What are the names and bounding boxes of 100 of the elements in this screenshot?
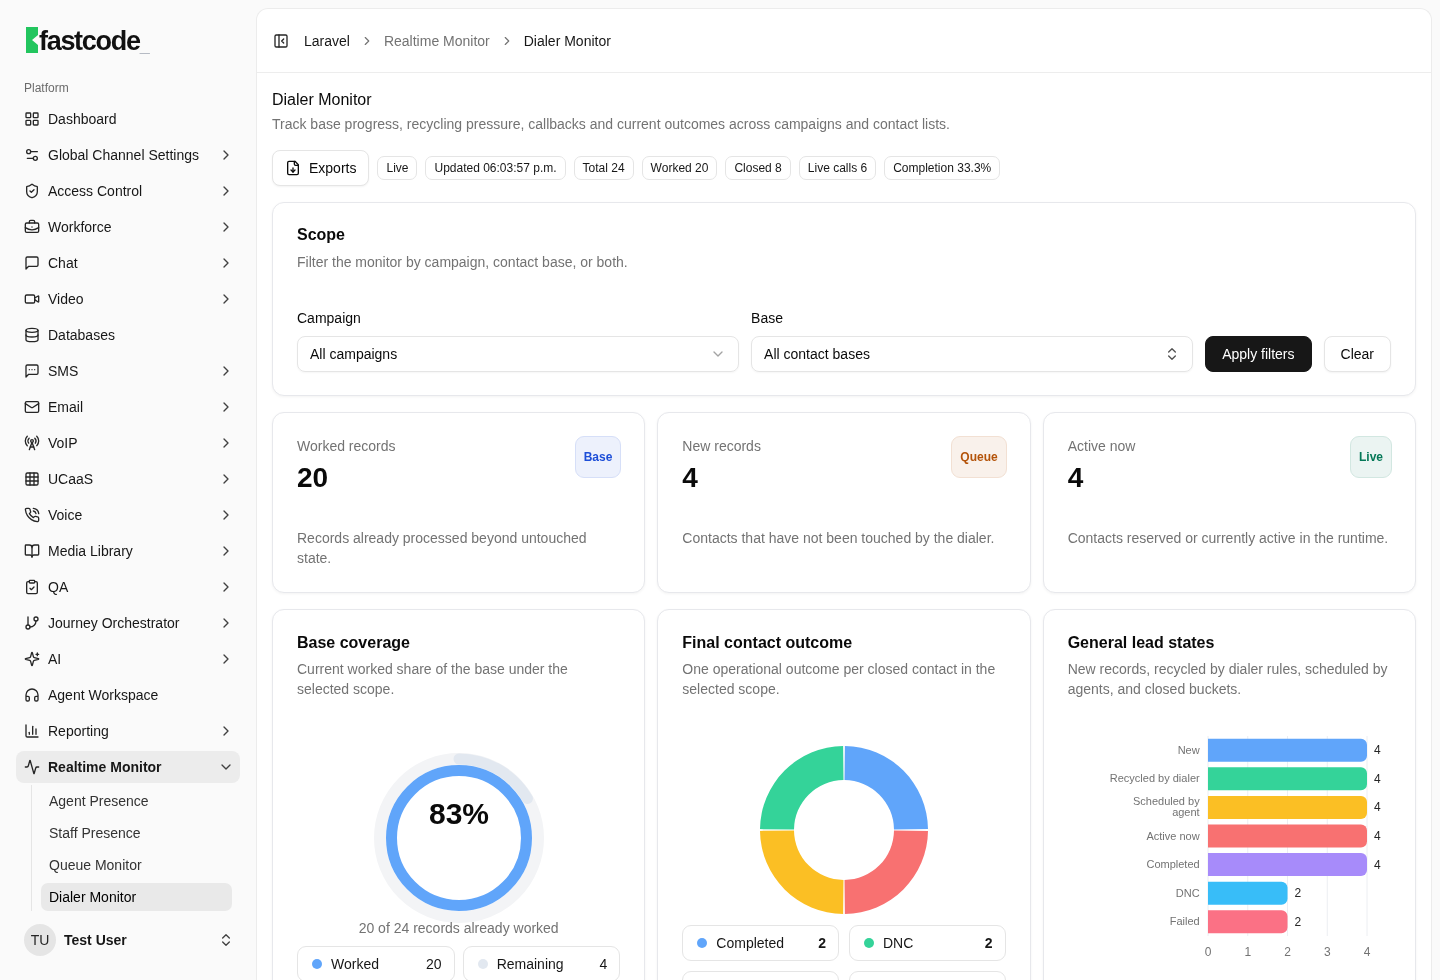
info-badge: Live calls 6 xyxy=(798,156,877,180)
stat-description: Contacts that have not been touched by the dialer. xyxy=(682,529,996,548)
axis-tick-label: 0 xyxy=(1204,945,1211,959)
sliders-icon xyxy=(24,147,40,163)
nav-item[interactable]: Email xyxy=(16,391,240,423)
nav-subitem[interactable]: Dialer Monitor xyxy=(41,883,232,911)
card-title: Base coverage xyxy=(297,633,411,653)
radio-tower-icon xyxy=(24,435,40,451)
category-label: New xyxy=(1177,744,1200,756)
shield-check-icon xyxy=(24,183,40,199)
headphones-icon xyxy=(24,687,40,703)
nav-item[interactable]: UCaaS xyxy=(16,463,240,495)
bar-value-label: 2 xyxy=(1294,914,1301,929)
legend-label: Worked xyxy=(331,956,380,972)
select-field[interactable]: All contact bases xyxy=(751,336,1194,372)
database-icon xyxy=(24,327,40,343)
nav-item[interactable]: VoIP xyxy=(16,427,240,459)
gauge-caption: 20 of 24 records already worked xyxy=(357,919,560,938)
category-label: Failed xyxy=(1169,916,1200,928)
grid-icon xyxy=(24,111,40,127)
apply-filters-button[interactable]: Apply filters xyxy=(1205,336,1312,372)
chat-bubble-icon xyxy=(24,255,40,271)
stat-label: Active now xyxy=(1067,437,1136,456)
sparkles-icon xyxy=(24,651,40,667)
export-button[interactable]: Exports xyxy=(272,150,370,186)
logo-cursor: _ xyxy=(139,37,150,55)
status-badge: Queue xyxy=(951,436,1007,478)
nav-subitem[interactable]: Queue Monitor xyxy=(41,851,232,879)
nav-subitem[interactable]: Staff Presence xyxy=(41,819,232,847)
book-icon xyxy=(24,543,40,559)
breadcrumb-link[interactable]: Laravel xyxy=(304,32,350,49)
bar-value-label: 4 xyxy=(1373,800,1381,815)
info-badge: Worked 20 xyxy=(641,156,718,180)
nav-item[interactable]: Agent Workspace xyxy=(16,679,240,711)
panel-left-icon xyxy=(273,32,289,49)
breadcrumb-link[interactable]: Dialer Monitor xyxy=(523,32,611,49)
bar-chart-icon xyxy=(24,723,40,739)
clear-button[interactable]: Clear xyxy=(1323,336,1391,372)
logo-mark-icon xyxy=(26,27,38,53)
clipboard-check-icon xyxy=(24,579,40,595)
nav-item[interactable]: Journey Orchestrator xyxy=(16,607,240,639)
breadcrumb-link[interactable]: Realtime Monitor xyxy=(383,32,490,49)
user-name: Test User xyxy=(64,932,128,948)
bar-value-label: 4 xyxy=(1373,771,1381,786)
axis-tick-label: 2 xyxy=(1283,945,1291,959)
axis-tick-label: 3 xyxy=(1323,945,1331,959)
bar-value-label: 4 xyxy=(1373,743,1381,758)
stat-value: 4 xyxy=(1067,461,1085,495)
field-label: Campaign xyxy=(297,309,362,328)
legend-label: Remaining xyxy=(496,956,565,972)
stat-description: Records already processed beyond untouched state. xyxy=(297,529,588,568)
card-title: Final contact outcome xyxy=(682,633,854,653)
legend-value: 2 xyxy=(818,935,826,951)
sidebar-toggle-button[interactable] xyxy=(273,32,289,49)
page-subtitle: Track base progress, recycling pressure, callbacks and current outcomes across campaigns and contact lists. xyxy=(272,115,951,134)
bar-value-label: 2 xyxy=(1294,886,1301,901)
video-camera-icon xyxy=(24,291,40,307)
nav-item[interactable]: Media Library xyxy=(16,535,240,567)
stat-label: New records xyxy=(682,437,761,456)
info-badge: Closed 8 xyxy=(725,156,791,180)
nav-item[interactable]: Access Control xyxy=(16,175,240,207)
bar-value-label: 4 xyxy=(1373,857,1381,872)
mail-icon xyxy=(24,399,40,415)
nav-item[interactable]: Chat xyxy=(16,247,240,279)
status-badge: Live xyxy=(1350,436,1392,478)
category-label: Recycled by dialer xyxy=(1109,773,1200,785)
nav-item[interactable]: Realtime Monitor xyxy=(16,751,240,783)
card-description: Filter the monitor by campaign, contact base, or both. xyxy=(297,253,629,272)
axis-tick-label: 1 xyxy=(1244,945,1251,959)
user-avatar: TU xyxy=(24,924,56,956)
nav-item[interactable]: Dashboard xyxy=(16,103,240,135)
percent-value: 83% xyxy=(428,796,489,830)
nav-item[interactable]: Databases xyxy=(16,319,240,351)
nav-subitem[interactable]: Agent Presence xyxy=(41,787,232,815)
bar-value-label: 4 xyxy=(1373,829,1381,843)
pulse-icon xyxy=(24,759,40,775)
nav-item[interactable]: Reporting xyxy=(16,715,240,747)
phone-icon xyxy=(24,507,40,523)
stat-value: 20 xyxy=(297,461,330,495)
info-badge: Updated 06:03:57 p.m. xyxy=(425,156,566,180)
nav-item[interactable]: SMS xyxy=(16,355,240,387)
category-label: DNC xyxy=(1175,887,1200,899)
stat-label: Worked records xyxy=(297,437,396,456)
card-title: Scope xyxy=(297,225,346,245)
nav-item[interactable]: QA xyxy=(16,571,240,603)
nav-item[interactable]: Video xyxy=(16,283,240,315)
nav-item[interactable]: Voice xyxy=(16,499,240,531)
user-menu-button[interactable]: TU Test User xyxy=(16,923,240,957)
axis-tick-label: 4 xyxy=(1363,945,1370,959)
category-label: Scheduled by agent xyxy=(1132,796,1200,819)
legend-value: 2 xyxy=(984,935,993,951)
stat-value: 4 xyxy=(682,461,699,495)
info-badge: Completion 33.3% xyxy=(884,156,1001,180)
select-field[interactable]: All campaigns xyxy=(297,336,740,372)
card-description: New records, recycled by dialer rules, scheduled by agents, and closed buckets. xyxy=(1067,660,1389,699)
nav-item[interactable]: Global Channel Settings xyxy=(16,139,240,171)
stat-description: Contacts reserved or currently active in the runtime. xyxy=(1067,529,1390,548)
field-label: Base xyxy=(751,309,784,328)
nav-item[interactable]: AI xyxy=(16,643,240,675)
nav-item[interactable]: Workforce xyxy=(16,211,240,243)
